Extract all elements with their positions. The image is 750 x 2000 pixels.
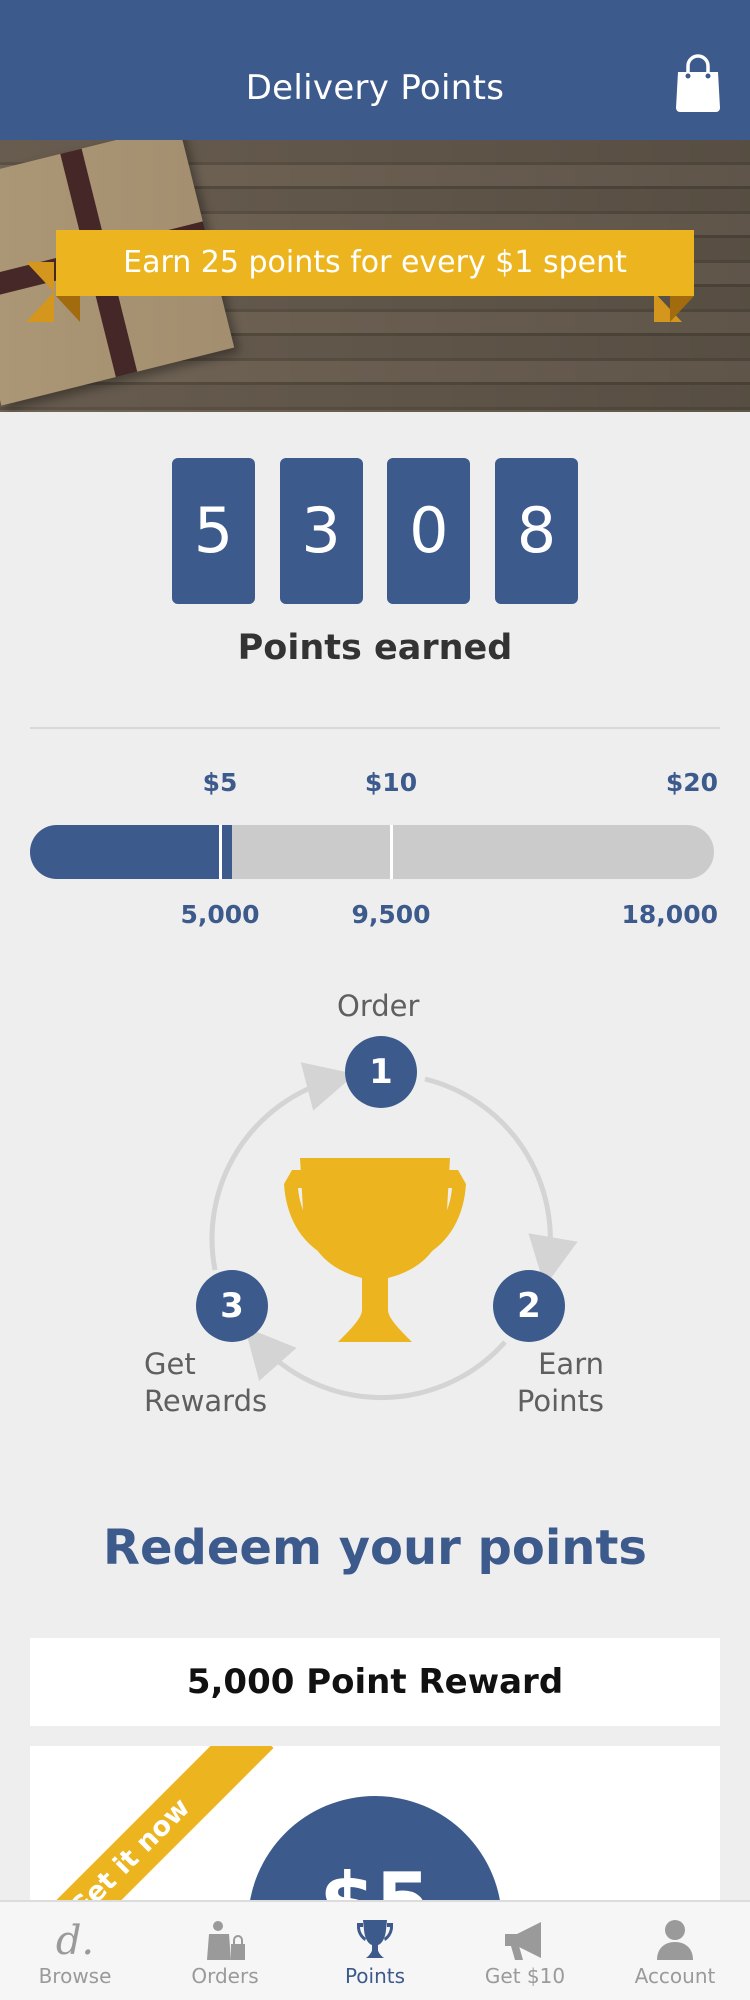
tier-marker (390, 825, 393, 879)
tier-marker (219, 825, 222, 879)
banner-fold-left (56, 296, 80, 322)
tier-reward-label: $5 (202, 768, 238, 797)
svg-text:d.: d. (56, 1918, 94, 1962)
trophy-icon (284, 1158, 466, 1342)
tab-label: Points (344, 1964, 406, 1988)
browse-logo-icon: d. (56, 1918, 94, 1962)
tab-orders[interactable]: Orders (150, 1902, 300, 2000)
tab-account[interactable]: Account (600, 1902, 750, 2000)
app-header: Delivery Points (0, 0, 750, 140)
progress-fill (30, 825, 232, 879)
megaphone-icon (505, 1922, 541, 1960)
step-3-badge: 3 (196, 1270, 268, 1342)
points-digit: 5 (172, 458, 255, 604)
banner-tail-left (26, 262, 54, 322)
earn-rate-banner: Earn 25 points for every $1 spent (56, 230, 694, 296)
step-1-badge: 1 (345, 1036, 417, 1108)
how-it-works-diagram: Order 1 2 Earn Points 3 Get Rewards (0, 980, 750, 1430)
tier-points-label: 9,500 (351, 900, 431, 929)
points-progress-bar (30, 825, 714, 879)
tier-reward-label: $20 (665, 768, 718, 797)
divider (30, 727, 720, 729)
points-counter: 5 3 0 8 (172, 458, 578, 604)
redeem-heading: Redeem your points (102, 1520, 647, 1576)
step-2-label: Earn Points (516, 1347, 604, 1418)
step-2-badge: 2 (493, 1270, 565, 1342)
tab-get-10[interactable]: Get $10 (450, 1902, 600, 2000)
points-digit: 3 (279, 458, 363, 604)
tab-label: Browse (38, 1964, 112, 1988)
step-1-label: Order (337, 989, 420, 1023)
trophy-icon (357, 1920, 393, 1958)
banner-fold-right (670, 296, 694, 322)
shopping-bag-icon[interactable] (674, 52, 722, 114)
page-title: Delivery Points (245, 68, 505, 108)
tab-label: Account (634, 1964, 716, 1988)
tier-reward-label: $10 (364, 768, 418, 797)
points-earned-label: Points earned (237, 628, 513, 668)
bottom-tab-bar: d. Browse Orders Points Get $10 Account (0, 1900, 750, 2000)
tab-label: Get $10 (484, 1964, 566, 1988)
step-3-label: Get Rewards (144, 1347, 268, 1418)
orders-icon (207, 1921, 245, 1960)
tab-browse[interactable]: d. Browse (0, 1902, 150, 2000)
points-digit: 0 (387, 458, 471, 604)
points-digit: 8 (494, 458, 578, 604)
tier-points-label: 5,000 (180, 900, 260, 929)
person-icon (657, 1920, 693, 1960)
reward-card-title[interactable]: 5,000 Point Reward (30, 1638, 720, 1726)
tier-points-label: 18,000 (621, 900, 718, 929)
tab-points[interactable]: Points (300, 1902, 450, 2000)
tab-label: Orders (191, 1964, 259, 1988)
